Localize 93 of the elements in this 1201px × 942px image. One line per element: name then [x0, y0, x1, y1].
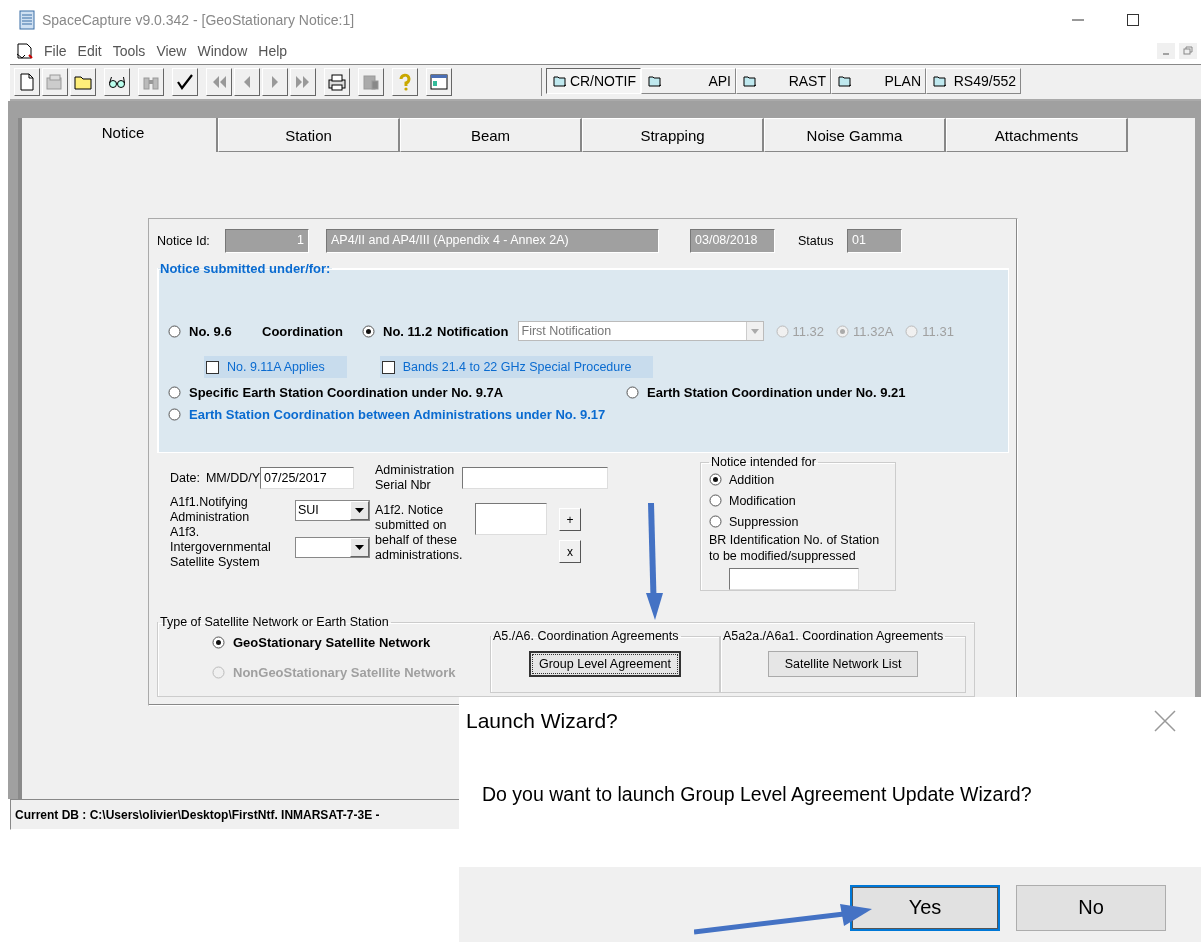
checkbox[interactable] — [206, 360, 219, 374]
folder-icon — [838, 75, 852, 87]
dropdown-arrow-icon — [355, 545, 364, 550]
database-icon — [45, 72, 65, 92]
close-icon[interactable] — [1154, 710, 1176, 732]
field-label: Status — [798, 234, 835, 248]
system-dropdown[interactable] — [295, 537, 370, 558]
maximize-icon[interactable] — [1127, 14, 1139, 26]
radio-button[interactable] — [709, 494, 722, 507]
radio-button[interactable] — [626, 386, 639, 399]
date-input[interactable]: 07/25/2017 — [260, 467, 355, 489]
dropdown-value: First Notification — [520, 324, 612, 338]
tab[interactable]: Beam — [400, 118, 582, 152]
view-button[interactable]: PLAN — [831, 68, 926, 94]
window-title: SpaceCapture v9.0.342 - [GeoStationary Notice:1] — [42, 12, 355, 28]
field-label: A1f2. Notice submitted on behalf of these administrations. — [375, 503, 464, 563]
toolbar-button[interactable] — [172, 68, 198, 96]
administration-dropdown[interactable]: SUI — [295, 499, 370, 521]
group-title: A5a2a./A6a1. Coordination Agreements — [722, 629, 945, 643]
menu-item[interactable]: View — [156, 43, 187, 59]
radio-label: Earth Station Coordination under No. 9.21 — [647, 385, 906, 400]
field-label: Date: — [170, 471, 200, 485]
remove-button[interactable]: x — [559, 540, 581, 563]
radio-label: Specific Earth Station Coordination under No. 9.7A — [189, 385, 504, 400]
checkbox-option[interactable]: No. 9.11A Applies — [204, 356, 347, 378]
status-text: Current DB : C:\Users\olivier\Desktop\FirstNtf. INMARSAT-7-3E - — [15, 807, 380, 822]
date-format-label: MM/DD/Y — [205, 471, 261, 485]
radio-label: Modification — [729, 493, 796, 508]
view-button[interactable]: API — [641, 68, 736, 94]
menu-item[interactable]: Window — [197, 43, 248, 59]
field-label: A1f1.Notifying Administration — [170, 495, 251, 525]
view-button[interactable]: CR/NOTIF — [546, 68, 641, 94]
option-caption: Notification — [437, 323, 509, 339]
tab[interactable]: Noise Gamma — [764, 118, 946, 152]
agreement-button[interactable]: Satellite Network List — [767, 651, 919, 677]
radio-label: 11.32A — [853, 323, 894, 339]
check-icon — [175, 72, 195, 92]
dialog-button[interactable]: Yes — [850, 884, 1000, 931]
radio-button[interactable] — [168, 408, 181, 421]
toolbar-button[interactable] — [324, 68, 350, 96]
folder-icon — [553, 75, 567, 87]
menu-item[interactable]: Edit — [77, 43, 102, 59]
field-label: Administration Serial Nbr — [375, 463, 456, 493]
folder-icon — [933, 75, 947, 87]
radio-label: 11.32 — [792, 323, 825, 339]
window-icon — [429, 72, 449, 92]
tab[interactable]: Strapping — [582, 118, 764, 152]
group-title: Notice intended for — [710, 455, 817, 469]
radio-label: No. 11.2 — [383, 323, 433, 339]
radio-button[interactable] — [709, 473, 722, 486]
menu-item[interactable]: Help — [258, 43, 288, 59]
radio-label: Earth Station Coordination between Administrations under No. 9.17 — [189, 407, 606, 422]
radio-label: Suppression — [729, 514, 799, 529]
dialog-button[interactable]: No — [1016, 884, 1166, 931]
group-title: Notice submitted under/for: — [159, 261, 332, 276]
toolbar-button[interactable] — [104, 68, 130, 96]
radio-button[interactable] — [168, 324, 181, 338]
printer-icon — [327, 72, 347, 92]
dropdown-arrow-icon — [355, 507, 364, 513]
tab[interactable]: Station — [218, 118, 400, 152]
radio-label: No. 9.6 — [189, 323, 232, 339]
menu-item[interactable]: Tools — [112, 43, 146, 59]
tab[interactable]: Attachments — [946, 118, 1128, 152]
add-button[interactable]: + — [559, 508, 581, 531]
radio-label: GeoStationary Satellite Network — [233, 635, 431, 650]
field-label: Notice Id: — [157, 234, 211, 248]
app-icon — [19, 10, 35, 30]
radio-button[interactable] — [362, 324, 375, 338]
group-title: A5./A6. Coordination Agreements — [492, 629, 680, 643]
view-button[interactable]: RS49/552 — [926, 68, 1021, 94]
radio-label: Addition — [729, 472, 775, 487]
field-label: BR Identification No. of Station to be modified/suppressed — [709, 532, 881, 564]
radio-button[interactable] — [709, 515, 722, 528]
view-button[interactable]: RAST — [736, 68, 831, 94]
agreement-button[interactable]: Group Level Agreement — [529, 651, 681, 677]
field-label: A1f3. Intergovernmental Satellite System — [170, 525, 272, 570]
radio-label: 11.31 — [922, 323, 954, 339]
serial-input[interactable] — [462, 467, 608, 489]
menu-item[interactable]: File — [44, 43, 67, 59]
new-icon — [17, 72, 37, 92]
checkbox[interactable] — [381, 360, 395, 374]
radio-button[interactable] — [168, 386, 181, 399]
dialog-message: Do you want to launch Group Level Agreement Update Wizard? — [482, 783, 1033, 806]
folder-icon — [743, 75, 757, 87]
administrations-list[interactable] — [475, 503, 547, 535]
radio-button[interactable] — [212, 636, 225, 649]
radio-label: NonGeoStationary Satellite Network — [233, 665, 456, 680]
folder-icon — [648, 75, 662, 87]
dialog-title: Launch Wizard? — [466, 709, 618, 733]
checkbox-option[interactable]: Bands 21.4 to 22 GHz Special Procedure — [379, 356, 654, 378]
group-title: Type of Satellite Network or Earth Station — [159, 615, 390, 629]
station-id-input[interactable] — [729, 568, 859, 590]
option-caption: Coordination — [262, 323, 344, 339]
